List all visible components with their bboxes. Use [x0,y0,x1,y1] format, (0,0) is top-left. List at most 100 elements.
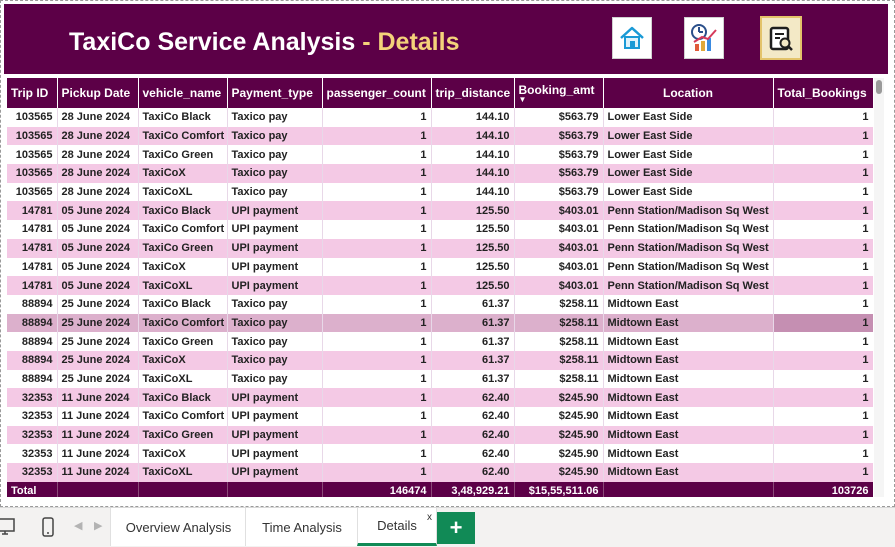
cell-booking-amt: $245.90 [514,407,604,426]
tab-label: Details [377,518,417,533]
table-row[interactable]: 14781 05 June 2024 TaxiCo Comfort UPI payme… [7,220,873,239]
cell-total-bookings: 1 [773,388,873,407]
cell-trip-distance: 61.37 [431,369,515,389]
column-header-trip-id[interactable]: Trip ID [7,78,58,108]
cell-booking-amt: $403.01 [514,201,604,221]
tab-scroll-right-icon[interactable]: ▶ [94,519,102,532]
cell-booking-amt: $563.79 [514,108,604,127]
table-row[interactable]: 88894 25 June 2024 TaxiCo Black Taxico pay 1… [7,294,873,314]
cell-trip-id: 14781 [7,238,58,258]
table-row[interactable]: 14781 05 June 2024 TaxiCoX UPI payment 1 125.… [7,257,873,277]
total-cell-empty [138,481,228,497]
table-row[interactable]: 103565 28 June 2024 TaxiCoX Taxico pay 1 144.… [7,164,873,183]
table-row[interactable]: 103565 28 June 2024 TaxiCo Green Taxico pay… [7,145,873,165]
column-header-location[interactable]: Location [603,78,774,108]
cell-passenger-count: 1 [322,108,432,127]
cell-vehicle-name: TaxiCoXL [138,276,228,295]
details-nav-button[interactable] [760,16,802,60]
tab-scroll-left-icon[interactable]: ◀ [74,519,82,532]
cell-trip-id: 14781 [7,257,58,277]
cell-payment-type: Taxico pay [227,145,323,165]
column-header-trip-distance[interactable]: trip_distance [431,78,515,108]
cell-location: Lower East Side [603,126,774,146]
time-analysis-nav-button[interactable] [684,17,724,59]
cell-location: Midtown East [603,332,774,351]
tab-label: Time Analysis [262,519,342,535]
column-header-pickup-date[interactable]: Pickup Date [57,78,139,108]
mobile-view-button[interactable] [37,516,59,538]
column-header-passenger-count[interactable]: passenger_count [322,78,432,108]
time-chart-icon [691,24,717,51]
table-row[interactable]: 103565 28 June 2024 TaxiCoXL Taxico pay 1 144… [7,182,873,202]
cell-pickup-date: 25 June 2024 [57,332,139,351]
cell-total-bookings: 1 [773,407,873,426]
home-icon [620,26,644,49]
table-row[interactable]: 14781 05 June 2024 TaxiCo Green UPI payment… [7,238,873,258]
cell-payment-type: Taxico pay [227,369,323,389]
cell-vehicle-name: TaxiCoXL [138,463,228,482]
column-header-payment-type[interactable]: Payment_type [227,78,323,108]
table-scrollbar[interactable] [874,78,884,497]
table-row[interactable]: 32353 11 June 2024 TaxiCo Comfort UPI payme… [7,407,873,426]
tab-time-analysis[interactable]: Time Analysis [245,508,359,546]
cell-location: Penn Station/Madison Sq West [603,238,774,258]
column-header-total-bookings[interactable]: Total_Bookings [773,78,873,108]
cell-total-bookings: 1 [773,238,873,258]
table-row[interactable]: 32353 11 June 2024 TaxiCoXL UPI payment 1 62.… [7,463,873,482]
cell-trip-id: 32353 [7,407,58,426]
cell-location: Lower East Side [603,108,774,127]
cell-trip-id: 14781 [7,220,58,239]
home-nav-button[interactable] [612,17,652,59]
table-row[interactable]: 88894 25 June 2024 TaxiCo Comfort Taxico pa… [7,313,873,333]
cell-booking-amt: $563.79 [514,126,604,146]
cell-location: Penn Station/Madison Sq West [603,201,774,221]
cell-vehicle-name: TaxiCoX [138,444,228,464]
cell-location: Midtown East [603,444,774,464]
column-header-booking-amt[interactable]: Booking_amt ▼ [514,78,604,108]
tab-label: Overview Analysis [125,519,232,535]
cell-pickup-date: 11 June 2024 [57,463,139,482]
table-row[interactable]: 32353 11 June 2024 TaxiCoX UPI payment 1 62.4… [7,444,873,464]
cell-trip-id: 103565 [7,164,58,183]
add-page-button[interactable]: + [437,512,475,544]
cell-trip-distance: 61.37 [431,332,515,351]
cell-total-bookings: 1 [773,220,873,239]
cell-pickup-date: 11 June 2024 [57,425,139,445]
tab-details[interactable]: Details x [357,508,437,546]
cell-trip-id: 88894 [7,350,58,370]
table-row[interactable]: 14781 05 June 2024 TaxiCoXL UPI payment 1 125… [7,276,873,295]
cell-payment-type: UPI payment [227,276,323,295]
plus-icon: + [449,515,463,540]
cell-vehicle-name: TaxiCo Black [138,294,228,314]
cell-passenger-count: 1 [322,220,432,239]
cell-booking-amt: $245.90 [514,463,604,482]
cell-payment-type: Taxico pay [227,126,323,146]
cell-vehicle-name: TaxiCoX [138,257,228,277]
cell-trip-distance: 144.10 [431,164,515,183]
table-row[interactable]: 88894 25 June 2024 TaxiCo Green Taxico pay 1… [7,332,873,351]
table-row[interactable]: 14781 05 June 2024 TaxiCo Black UPI payment… [7,201,873,221]
cell-vehicle-name: TaxiCo Green [138,332,228,351]
table-row[interactable]: 103565 28 June 2024 TaxiCo Comfort Taxico p… [7,126,873,146]
cell-location: Midtown East [603,388,774,407]
tab-overview-analysis[interactable]: Overview Analysis [110,508,247,546]
cell-vehicle-name: TaxiCo Comfort [138,313,228,333]
cell-passenger-count: 1 [322,126,432,146]
table-row[interactable]: 32353 11 June 2024 TaxiCo Green UPI payment… [7,425,873,445]
table-row[interactable]: 88894 25 June 2024 TaxiCoX Taxico pay 1 61.37… [7,350,873,370]
cell-payment-type: UPI payment [227,220,323,239]
cell-location: Midtown East [603,407,774,426]
table-row[interactable]: 103565 28 June 2024 TaxiCo Black Taxico pay… [7,108,873,127]
column-header-vehicle-name[interactable]: vehicle_name [138,78,228,108]
close-tab-icon[interactable]: x [427,512,432,523]
cell-passenger-count: 1 [322,350,432,370]
desktop-icon [0,518,15,535]
table-row[interactable]: 88894 25 June 2024 TaxiCoXL Taxico pay 1 61.3… [7,369,873,389]
table-scrollbar-thumb[interactable] [876,80,882,94]
desktop-view-button[interactable] [0,516,16,538]
cell-trip-id: 103565 [7,182,58,202]
table-row[interactable]: 32353 11 June 2024 TaxiCo Black UPI payment… [7,388,873,407]
cell-passenger-count: 1 [322,238,432,258]
cell-total-bookings: 1 [773,332,873,351]
cell-payment-type: Taxico pay [227,294,323,314]
